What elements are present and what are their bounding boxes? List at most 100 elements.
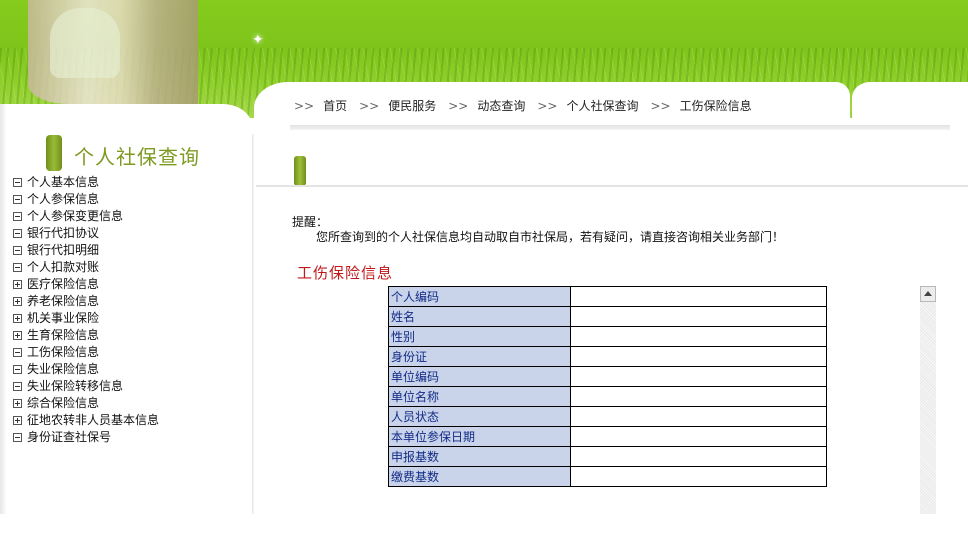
sidebar-item[interactable]: 个人扣款对账	[13, 259, 159, 276]
sidebar-item[interactable]: 身份证查社保号	[13, 429, 159, 446]
field-value	[570, 306, 827, 327]
section-marker	[294, 156, 306, 186]
section-divider	[256, 185, 968, 187]
collapse-icon[interactable]	[13, 382, 22, 391]
sidebar-item[interactable]: 个人参保变更信息	[13, 208, 159, 225]
sidebar-divider	[252, 134, 254, 514]
collapse-icon[interactable]	[13, 195, 22, 204]
expand-icon[interactable]	[13, 314, 22, 323]
field-value	[570, 346, 827, 367]
table-row: 个人编码	[388, 286, 827, 307]
sidebar-item[interactable]: 机关事业保险	[13, 310, 159, 327]
field-label: 性别	[388, 326, 571, 347]
sidebar-left-edge	[0, 104, 6, 514]
field-value	[570, 366, 827, 387]
sidebar-item-label: 机关事业保险	[27, 311, 100, 325]
sidebar-item[interactable]: 个人参保信息	[13, 191, 159, 208]
sidebar-item[interactable]: 综合保险信息	[13, 395, 159, 412]
sidebar-item-label: 生育保险信息	[27, 328, 100, 342]
sidebar-item-label: 个人参保信息	[27, 192, 100, 206]
field-label: 单位名称	[388, 386, 571, 407]
field-label: 身份证	[388, 346, 571, 367]
table-row: 缴费基数	[388, 466, 827, 487]
field-label: 本单位参保日期	[388, 426, 571, 447]
collapse-icon[interactable]	[13, 178, 22, 187]
field-label: 申报基数	[388, 446, 571, 467]
breadcrumb-separator: >>	[294, 99, 315, 113]
breadcrumb-separator: >>	[448, 99, 469, 113]
sidebar-item[interactable]: 个人基本信息	[13, 174, 159, 191]
expand-icon[interactable]	[13, 416, 22, 425]
table-row: 性别	[388, 326, 827, 347]
field-label: 单位编码	[388, 366, 571, 387]
injury-insurance-table: 个人编码 姓名 性别 身份证 单位编码 单位名称 人员状态 本单位参保日期 申报…	[388, 286, 827, 487]
sidebar-item-label: 综合保险信息	[27, 396, 100, 410]
sidebar-item[interactable]: 工伤保险信息	[13, 344, 159, 361]
field-value	[570, 386, 827, 407]
sidebar-title-marker	[46, 135, 62, 171]
breadcrumb: >> 首页 >> 便民服务 >> 动态查询 >> 个人社保查询 >> 工伤保险信息	[294, 97, 764, 115]
sidebar-item-label: 征地农转非人员基本信息	[27, 413, 160, 427]
table-row: 单位编码	[388, 366, 827, 387]
expand-icon[interactable]	[13, 399, 22, 408]
sidebar-item[interactable]: 失业保险信息	[13, 361, 159, 378]
sidebar-item[interactable]: 征地农转非人员基本信息	[13, 412, 159, 429]
breadcrumb-current: 工伤保险信息	[679, 99, 752, 113]
sidebar-item[interactable]: 医疗保险信息	[13, 276, 159, 293]
scroll-up-arrow-icon[interactable]	[920, 286, 936, 302]
table-row: 申报基数	[388, 446, 827, 467]
breadcrumb-separator: >>	[650, 99, 671, 113]
sidebar-item[interactable]: 银行代扣明细	[13, 242, 159, 259]
sidebar-item-label: 养老保险信息	[27, 294, 100, 308]
sidebar-item-label: 失业保险转移信息	[27, 379, 124, 393]
field-value	[570, 466, 827, 487]
sparkle-icon: ✦	[252, 32, 264, 48]
sidebar-item-label: 银行代扣协议	[27, 226, 100, 240]
field-value	[570, 446, 827, 467]
info-title: 工伤保险信息	[297, 264, 394, 282]
breadcrumb-separator: >>	[359, 99, 380, 113]
field-value	[570, 426, 827, 447]
sidebar-item[interactable]: 生育保险信息	[13, 327, 159, 344]
expand-icon[interactable]	[13, 297, 22, 306]
breadcrumb-separator: >>	[537, 99, 558, 113]
right-top-cap	[852, 82, 968, 142]
collapse-icon[interactable]	[13, 433, 22, 442]
field-value	[570, 326, 827, 347]
collapse-icon[interactable]	[13, 246, 22, 255]
sidebar-top-cap	[0, 104, 252, 134]
field-label: 个人编码	[388, 286, 571, 307]
breadcrumb-services[interactable]: 便民服务	[388, 99, 436, 113]
collapse-icon[interactable]	[13, 348, 22, 357]
field-label: 人员状态	[388, 406, 571, 427]
breadcrumb-dynamic-query[interactable]: 动态查询	[477, 99, 525, 113]
collapse-icon[interactable]	[13, 229, 22, 238]
field-value	[570, 286, 827, 307]
field-value	[570, 406, 827, 427]
sidebar-item[interactable]: 失业保险转移信息	[13, 378, 159, 395]
table-row: 姓名	[388, 306, 827, 327]
sidebar-menu: 个人基本信息 个人参保信息 个人参保变更信息 银行代扣协议 银行代扣明细 个人扣…	[13, 174, 159, 446]
sidebar-item-label: 医疗保险信息	[27, 277, 100, 291]
expand-icon[interactable]	[13, 280, 22, 289]
expand-icon[interactable]	[13, 331, 22, 340]
vertical-scrollbar[interactable]	[920, 286, 936, 514]
breadcrumb-home[interactable]: 首页	[323, 99, 347, 113]
table-row: 身份证	[388, 346, 827, 367]
sidebar-item-label: 个人参保变更信息	[27, 209, 124, 223]
banner-photo	[28, 0, 198, 104]
table-row: 人员状态	[388, 406, 827, 427]
sidebar-item-label: 个人基本信息	[27, 175, 100, 189]
sidebar-item[interactable]: 银行代扣协议	[13, 225, 159, 242]
breadcrumb-social-security-query[interactable]: 个人社保查询	[566, 99, 638, 113]
sidebar-item-label: 银行代扣明细	[27, 243, 100, 257]
sidebar-item-label: 失业保险信息	[27, 362, 100, 376]
sidebar-item[interactable]: 养老保险信息	[13, 293, 159, 310]
collapse-icon[interactable]	[13, 212, 22, 221]
sidebar-title: 个人社保查询	[46, 133, 246, 171]
sidebar-title-text: 个人社保查询	[74, 145, 200, 169]
collapse-icon[interactable]	[13, 365, 22, 374]
collapse-icon[interactable]	[13, 263, 22, 272]
sidebar-item-label: 个人扣款对账	[27, 260, 100, 274]
table-row: 单位名称	[388, 386, 827, 407]
